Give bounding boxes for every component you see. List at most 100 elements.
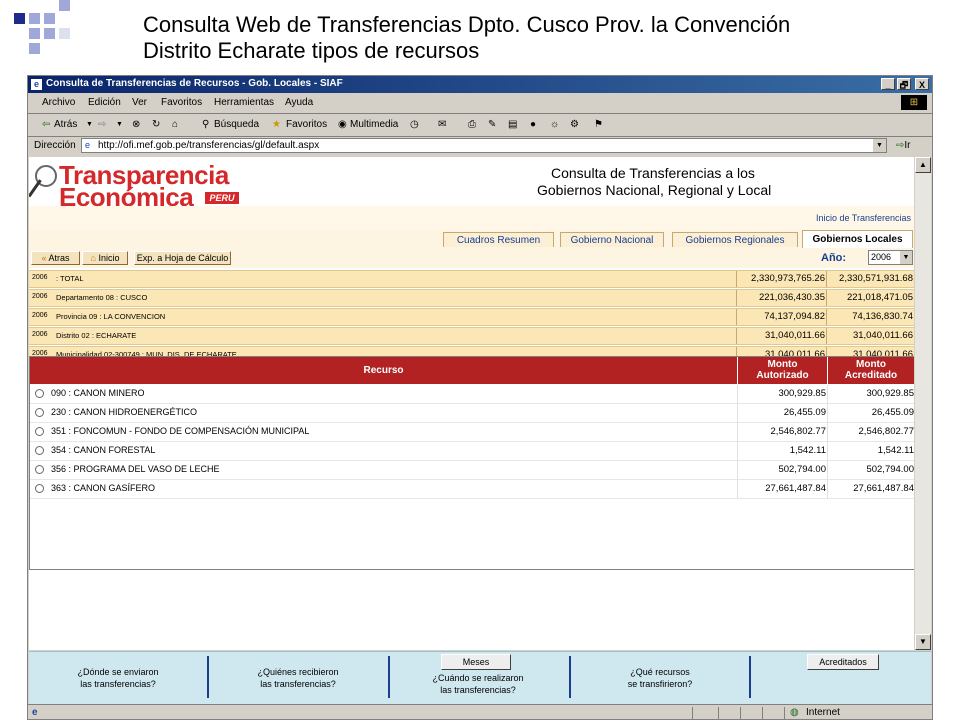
slide-deco-square	[29, 28, 40, 39]
recurso-radio[interactable]	[35, 427, 44, 436]
menu-favoritos[interactable]: Favoritos	[161, 97, 202, 108]
column-divider	[737, 442, 738, 460]
inicio-transferencias-link[interactable]: Inicio de Transferencias	[816, 213, 911, 223]
search-button[interactable]: Búsqueda	[214, 119, 259, 130]
summary-row[interactable]: 2006 : TOTAL 2,330,973,765.26 2,330,571,…	[29, 270, 914, 288]
footer-question-que-recursos[interactable]: ¿Qué recursos se transfirieron?	[591, 666, 729, 690]
slide-deco-square-dark	[14, 13, 25, 24]
recurso-row[interactable]: 351 : FONCOMUN - FONDO DE COMPENSACIÓN M…	[30, 423, 914, 442]
back-button[interactable]: Atrás	[54, 119, 77, 130]
favorites-icon[interactable]: ★	[272, 119, 281, 130]
vertical-scrollbar[interactable]: ▲ ▼	[915, 157, 931, 650]
tab-cuadros-resumen[interactable]: Cuadros Resumen	[443, 232, 554, 247]
tab-gobiernos-locales[interactable]: Gobiernos Locales	[802, 230, 913, 248]
year-select[interactable]: 2006 ▼	[868, 250, 913, 265]
recurso-row[interactable]: 363 : CANON GASÍFERO 27,661,487.84 27,66…	[30, 480, 914, 499]
summary-name: Distrito 02 : ECHARATE	[56, 331, 137, 340]
restore-button[interactable]: 🗗	[897, 78, 911, 90]
menu-edicion[interactable]: Edición	[88, 97, 121, 108]
status-divider	[740, 707, 741, 719]
footer-divider	[207, 656, 209, 698]
summary-year: 2006	[32, 331, 48, 338]
summary-row[interactable]: 2006 Departamento 08 : CUSCO 221,036,430…	[29, 289, 914, 307]
recurso-radio[interactable]	[35, 446, 44, 455]
discuss-icon[interactable]: ▤	[508, 119, 517, 130]
slide-title-line2: Distrito Echarate tipos de recursos	[143, 38, 480, 63]
research-icon[interactable]: ☼	[550, 119, 559, 130]
acreditados-button[interactable]: Acreditados	[807, 654, 879, 670]
extra-icon[interactable]: ⚑	[594, 119, 603, 130]
mail-icon[interactable]: ✉	[438, 119, 446, 130]
summary-autorizado: 2,330,973,765.26	[751, 273, 825, 284]
column-divider	[737, 404, 738, 422]
go-button[interactable]: ⇨Ir	[896, 140, 911, 151]
recurso-row[interactable]: 354 : CANON FORESTAL 1,542.11 1,542.11	[30, 442, 914, 461]
year-dropdown-icon[interactable]: ▼	[900, 251, 912, 264]
slide-deco-square	[59, 28, 70, 39]
address-dropdown-icon[interactable]: ▼	[873, 139, 886, 152]
footer-divider	[749, 656, 751, 698]
tab-gobierno-nacional[interactable]: Gobierno Nacional	[560, 232, 664, 247]
forward-arrow-icon[interactable]: ⇨	[98, 119, 106, 130]
print-icon[interactable]: ⎙	[468, 119, 476, 130]
menu-archivo[interactable]: Archivo	[42, 97, 75, 108]
tab-gobiernos-regionales[interactable]: Gobiernos Regionales	[672, 232, 798, 247]
header-recurso: Recurso	[363, 365, 404, 376]
recurso-row[interactable]: 356 : PROGRAMA DEL VASO DE LECHE 502,794…	[30, 461, 914, 480]
recurso-radio[interactable]	[35, 389, 44, 398]
search-icon[interactable]: ⚲	[202, 119, 209, 130]
status-bar: e ◍ Internet	[28, 704, 932, 719]
inicio-bar: Inicio de Transferencias	[29, 206, 914, 231]
footer-q2-line1: ¿Quiénes recibieron	[257, 667, 339, 677]
tools-icon[interactable]: ⚙	[570, 119, 579, 130]
status-divider	[762, 707, 763, 719]
footer-question-donde[interactable]: ¿Dónde se enviaron las transferencias?	[49, 666, 187, 690]
menu-ayuda[interactable]: Ayuda	[285, 97, 313, 108]
edit-icon[interactable]: ✎	[488, 119, 496, 130]
recurso-radio[interactable]	[35, 465, 44, 474]
atras-button[interactable]: « Atras	[31, 251, 80, 265]
header-monto-acreditado: Monto Acreditado	[828, 359, 914, 381]
footer-question-quienes[interactable]: ¿Quiénes recibieron las transferencias?	[229, 666, 367, 690]
multimedia-icon[interactable]: ◉	[338, 119, 347, 130]
summary-row[interactable]: 2006 Distrito 02 : ECHARATE 31,040,011.6…	[29, 327, 914, 345]
menu-herramientas[interactable]: Herramientas	[214, 97, 274, 108]
recurso-row[interactable]: 230 : CANON HIDROENERGÉTICO 26,455.09 26…	[30, 404, 914, 423]
recurso-row[interactable]: 090 : CANON MINERO 300,929.85 300,929.85	[30, 385, 914, 404]
toolbar: ⇦ Atrás ▼ ⇨ ▼ ⊗ ↻ ⌂ ⚲ Búsqueda ★ Favorit…	[28, 114, 932, 137]
recurso-radio[interactable]	[35, 408, 44, 417]
stop-icon[interactable]: ⊗	[132, 119, 140, 130]
footer-question-cuando[interactable]: ¿Cuándo se realizaron las transferencias…	[409, 672, 547, 696]
inicio-button[interactable]: ⌂ Inicio	[82, 251, 128, 265]
meses-button[interactable]: Meses	[441, 654, 511, 670]
forward-dropdown-icon[interactable]: ▼	[116, 121, 123, 128]
home-icon[interactable]: ⌂	[172, 119, 178, 130]
summary-row[interactable]: 2006 Provincia 09 : LA CONVENCION 74,137…	[29, 308, 914, 326]
scroll-up-icon[interactable]: ▲	[915, 157, 931, 173]
messenger-icon[interactable]: ●	[530, 119, 536, 130]
slide-deco-square	[29, 43, 40, 54]
export-spreadsheet-button[interactable]: Exp. a Hoja de Cálculo	[134, 251, 231, 265]
header-acreditado-line2: Acreditado	[844, 370, 898, 381]
back-arrow-icon[interactable]: ⇦	[42, 119, 50, 130]
year-value: 2006	[871, 252, 892, 262]
home-small-icon: ⌂	[90, 253, 96, 263]
close-button[interactable]: X	[915, 78, 929, 90]
tab-bar: Cuadros Resumen Gobierno Nacional Gobier…	[29, 230, 914, 250]
menu-ver[interactable]: Ver	[132, 97, 147, 108]
logo-magnifier-handle	[29, 179, 42, 198]
summary-acreditado: 221,018,471.05	[846, 292, 913, 303]
scroll-down-icon[interactable]: ▼	[915, 634, 931, 650]
address-input[interactable]: e http://ofi.mef.gob.pe/transferencias/g…	[81, 138, 887, 153]
history-icon[interactable]: ◷	[410, 119, 419, 130]
window-titlebar: e Consulta de Transferencias de Recursos…	[28, 76, 932, 93]
multimedia-button[interactable]: Multimedia	[350, 119, 398, 130]
back-dropdown-icon[interactable]: ▼	[86, 121, 93, 128]
minimize-button[interactable]: _	[881, 78, 895, 90]
action-bar: « Atras ⌂ Inicio Exp. a Hoja de Cálculo …	[29, 248, 914, 268]
recurso-radio[interactable]	[35, 484, 44, 493]
recurso-name: 090 : CANON MINERO	[51, 388, 145, 398]
favorites-button[interactable]: Favoritos	[286, 119, 327, 130]
refresh-icon[interactable]: ↻	[152, 119, 160, 130]
recurso-acreditado: 27,661,487.84	[853, 483, 914, 494]
